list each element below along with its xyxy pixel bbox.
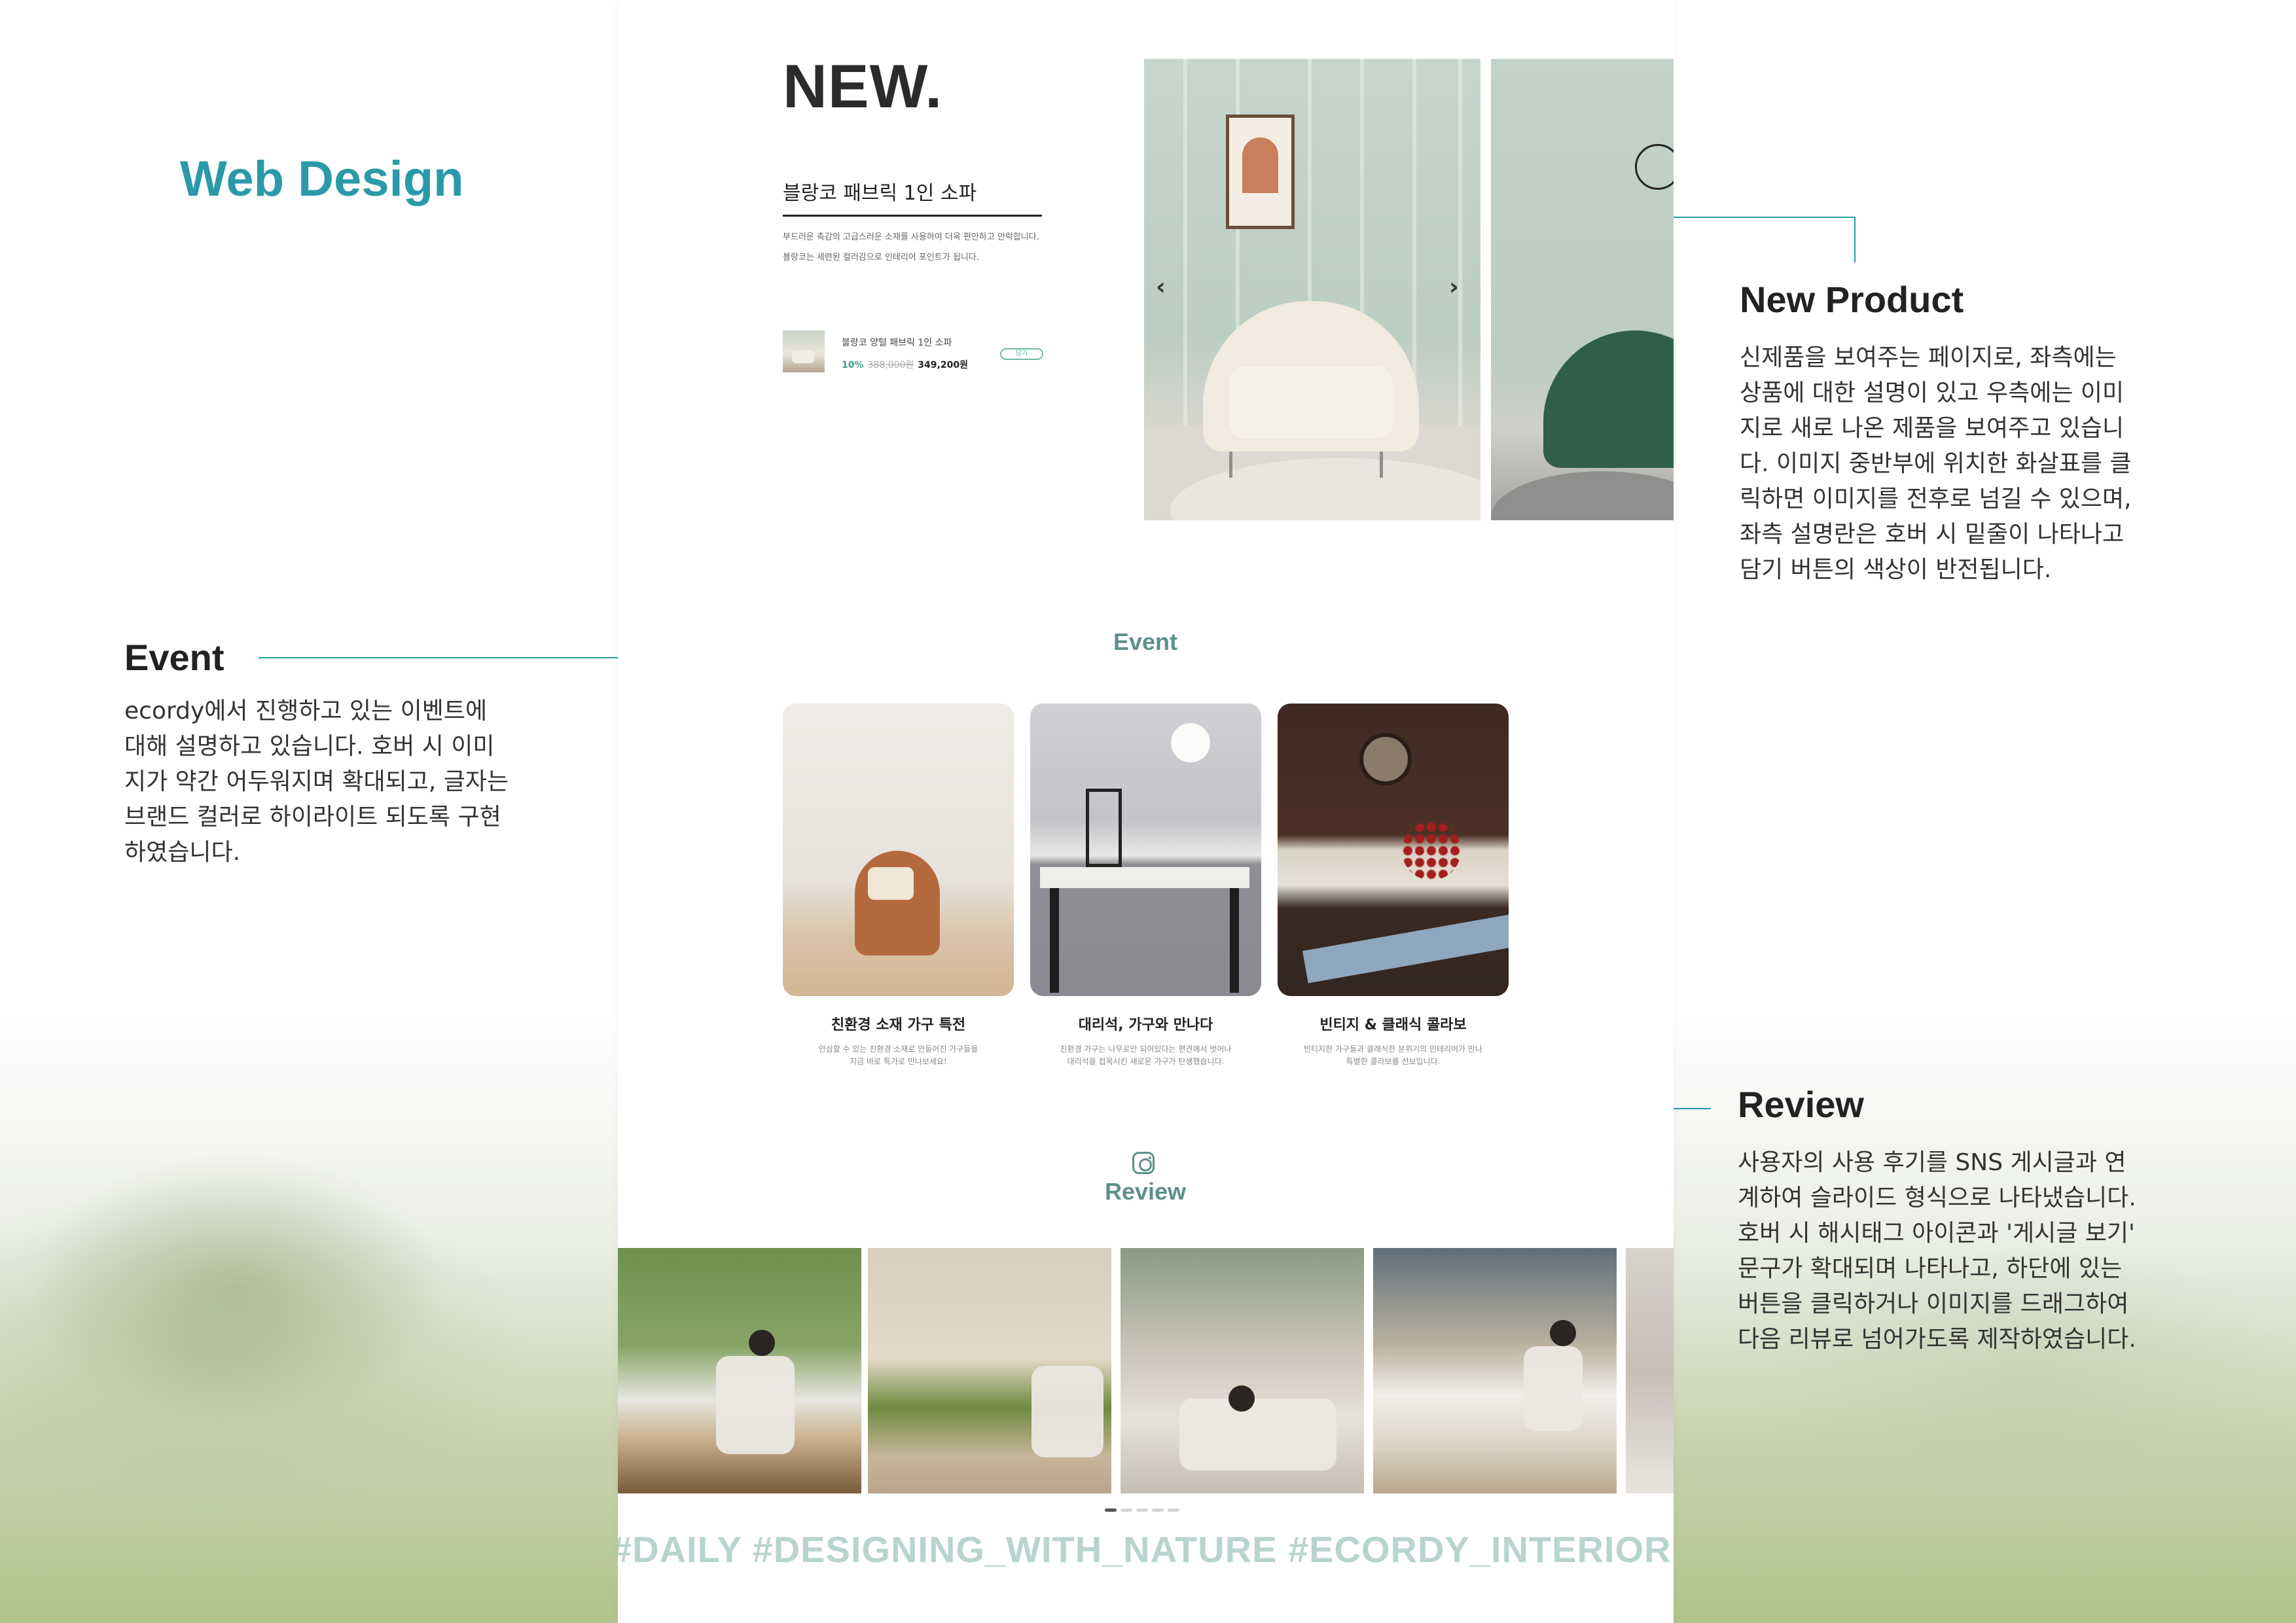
new-product-annotation-desc: 신제품을 보여주는 페이지로, 좌측에는 상품에 대한 설명이 있고 우측에는 … <box>1740 344 2132 583</box>
event-image-eco[interactable] <box>783 704 1014 996</box>
instagram-icon[interactable] <box>1132 1152 1155 1174</box>
event-image-vintage[interactable] <box>1278 704 1509 996</box>
pager-dot[interactable] <box>1105 1508 1117 1512</box>
web-design-title: Web Design <box>180 151 464 207</box>
add-to-cart-button[interactable]: 담기 <box>1000 348 1043 360</box>
product-name-link[interactable]: 블랑코 패브릭 1인 소파 <box>783 177 977 205</box>
original-price: 388,000원 <box>867 360 914 370</box>
review-post-image[interactable] <box>868 1248 1111 1493</box>
event-card[interactable]: 친환경 소재 가구 특전 안심할 수 있는 친환경 소재로 만들어진 가구들을 … <box>783 704 1014 1068</box>
sale-price: 349,200원 <box>918 360 968 370</box>
new-product-connector-drop <box>1854 217 1856 262</box>
new-heading: NEW. <box>783 52 943 120</box>
pager-dot[interactable] <box>1152 1508 1164 1512</box>
pager-dot[interactable] <box>1121 1508 1132 1512</box>
background-tree-image <box>26 1152 445 1427</box>
pager-dot[interactable] <box>1136 1508 1148 1512</box>
event-card[interactable]: 대리석, 가구와 만나다 친환경 가구는 나무로만 되어있다는 편견에서 벗어나… <box>1030 704 1261 1068</box>
review-post-image[interactable] <box>1626 1248 1674 1493</box>
discount-rate: 10% <box>842 360 864 370</box>
slide-prev-arrow-icon[interactable]: ‹ <box>1156 274 1166 300</box>
event-card-desc: 빈티지한 가구들과 클래식한 분위기의 인테리어가 만나 특별한 콜라보를 선보… <box>1304 1044 1482 1066</box>
new-product-annotation-title: New Product <box>1740 279 1964 320</box>
review-annotation-desc: 사용자의 사용 후기를 SNS 게시글과 연 계하여 슬라이드 형식으로 나타냈… <box>1738 1149 2136 1353</box>
wall-clock-image <box>1635 144 1674 190</box>
hashtag-marquee: #DAILY #DESIGNING_WITH_NATURE #ECORDY_IN… <box>618 1529 1674 1570</box>
event-card-title[interactable]: 빈티지 & 클래식 콜라보 <box>1278 1013 1509 1034</box>
event-image-marble[interactable] <box>1030 704 1261 996</box>
review-section-title: Review <box>1104 1178 1187 1205</box>
website-mockup: NEW. 블랑코 패브릭 1인 소파 부드러운 촉감의 고급스러운 소재를 사용… <box>618 0 1674 1623</box>
event-card-desc: 안심할 수 있는 친환경 소재로 만들어진 가구들을 지금 바로 특가로 만나보… <box>818 1044 978 1066</box>
slide-next-arrow-icon[interactable]: › <box>1449 274 1459 300</box>
event-annotation-desc: ecordy에서 진행하고 있는 이벤트에 대해 설명하고 있습니다. 호버 시… <box>124 698 509 866</box>
next-product-slide-image[interactable] <box>1491 59 1674 520</box>
review-slider-pager[interactable] <box>1105 1508 1179 1512</box>
pager-dot[interactable] <box>1168 1508 1179 1512</box>
wall-art-image <box>1226 115 1295 229</box>
event-card-desc: 친환경 가구는 나무로만 되어있다는 편견에서 벗어나 대리석을 접목시킨 새로… <box>1060 1044 1232 1066</box>
review-post-image[interactable] <box>1373 1248 1617 1493</box>
event-annotation-title: Event <box>124 637 224 678</box>
new-product-slide-image[interactable] <box>1144 59 1480 520</box>
event-section-title: Event <box>1113 628 1178 655</box>
event-card[interactable]: 빈티지 & 클래식 콜라보 빈티지한 가구들과 클래식한 분위기의 인테리어가 … <box>1278 704 1509 1068</box>
event-card-title[interactable]: 대리석, 가구와 만나다 <box>1030 1013 1261 1034</box>
mini-product-price: 10% 388,000원 349,200원 <box>842 358 968 371</box>
review-post-image[interactable] <box>618 1248 861 1493</box>
review-annotation-title: Review <box>1738 1084 1864 1125</box>
product-name-underline <box>783 215 1042 217</box>
mini-product-thumbnail[interactable] <box>783 330 825 372</box>
product-description: 부드러운 촉감의 고급스러운 소재를 사용하여 더욱 편안하고 안락합니다. 블… <box>783 232 1039 262</box>
event-card-title[interactable]: 친환경 소재 가구 특전 <box>783 1013 1014 1034</box>
mini-product-name[interactable]: 블랑코 양털 패브릭 1인 소파 <box>842 336 952 349</box>
review-post-image[interactable] <box>1121 1248 1364 1493</box>
green-armchair-image <box>1543 330 1674 468</box>
